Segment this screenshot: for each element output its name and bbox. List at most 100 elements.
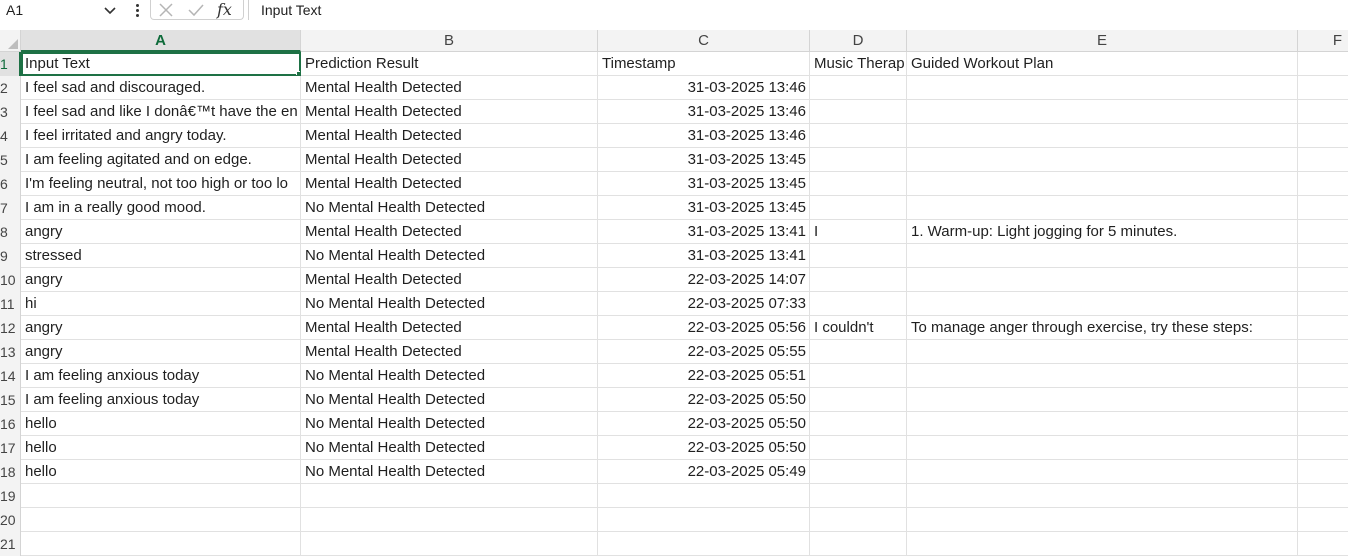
table-cell[interactable] [810, 412, 907, 436]
table-cell[interactable]: To manage anger through exercise, try th… [907, 316, 1298, 340]
table-cell[interactable] [907, 340, 1298, 364]
table-cell[interactable]: 31-03-2025 13:46 [598, 76, 810, 100]
table-cell[interactable] [598, 484, 810, 508]
table-cell[interactable] [810, 124, 907, 148]
table-cell[interactable]: hello [21, 460, 301, 484]
table-cell[interactable]: No Mental Health Detected [301, 460, 598, 484]
table-cell[interactable] [810, 508, 907, 532]
name-box[interactable]: A1 [0, 0, 124, 20]
table-cell[interactable] [21, 508, 301, 532]
table-cell[interactable] [907, 196, 1298, 220]
row-header[interactable]: 12 [0, 316, 21, 340]
table-cell[interactable] [810, 292, 907, 316]
row-header[interactable]: 3 [0, 100, 21, 124]
column-header-a[interactable]: A [21, 30, 301, 52]
name-box-value[interactable]: A1 [6, 2, 102, 18]
table-cell[interactable]: 31-03-2025 13:41 [598, 220, 810, 244]
table-cell[interactable] [907, 148, 1298, 172]
header-cell[interactable]: Prediction Result [301, 52, 598, 76]
table-cell[interactable] [598, 532, 810, 556]
table-cell[interactable] [810, 484, 907, 508]
table-cell[interactable]: Mental Health Detected [301, 124, 598, 148]
table-cell[interactable] [1298, 364, 1348, 388]
row-header[interactable]: 15 [0, 388, 21, 412]
table-cell[interactable]: 22-03-2025 05:51 [598, 364, 810, 388]
row-header[interactable]: 7 [0, 196, 21, 220]
table-cell[interactable] [1298, 436, 1348, 460]
header-cell[interactable]: Music Therap [810, 52, 907, 76]
insert-function-icon[interactable]: fx [217, 0, 232, 19]
row-header[interactable]: 20 [0, 508, 21, 532]
table-cell[interactable]: 31-03-2025 13:41 [598, 244, 810, 268]
table-cell[interactable]: No Mental Health Detected [301, 244, 598, 268]
table-cell[interactable] [21, 484, 301, 508]
table-cell[interactable]: 22-03-2025 05:50 [598, 436, 810, 460]
table-cell[interactable] [1298, 148, 1348, 172]
table-cell[interactable] [1298, 460, 1348, 484]
table-cell[interactable] [301, 484, 598, 508]
formula-input[interactable]: Input Text [248, 0, 1348, 20]
row-header[interactable]: 5 [0, 148, 21, 172]
table-cell[interactable]: No Mental Health Detected [301, 388, 598, 412]
header-cell[interactable]: Guided Workout Plan [907, 52, 1298, 76]
table-cell[interactable]: Mental Health Detected [301, 268, 598, 292]
table-cell[interactable] [301, 532, 598, 556]
row-header[interactable]: 8 [0, 220, 21, 244]
table-cell[interactable]: I'm feeling neutral, not too high or too… [21, 172, 301, 196]
row-header[interactable]: 4 [0, 124, 21, 148]
row-header[interactable]: 1 [0, 52, 21, 76]
active-cell[interactable]: Input Text [21, 52, 301, 76]
table-cell[interactable] [1298, 484, 1348, 508]
table-cell[interactable] [598, 508, 810, 532]
table-cell[interactable]: angry [21, 340, 301, 364]
table-cell[interactable] [1298, 172, 1348, 196]
table-cell[interactable]: Mental Health Detected [301, 220, 598, 244]
table-cell[interactable]: No Mental Health Detected [301, 196, 598, 220]
table-cell[interactable]: 22-03-2025 05:50 [598, 412, 810, 436]
table-cell[interactable]: angry [21, 220, 301, 244]
table-cell[interactable] [1298, 532, 1348, 556]
row-header[interactable]: 14 [0, 364, 21, 388]
table-cell[interactable] [810, 436, 907, 460]
table-cell[interactable]: No Mental Health Detected [301, 292, 598, 316]
table-cell[interactable]: 22-03-2025 05:55 [598, 340, 810, 364]
row-header[interactable]: 13 [0, 340, 21, 364]
table-cell[interactable] [907, 100, 1298, 124]
table-cell[interactable] [1298, 220, 1348, 244]
table-cell[interactable] [1298, 508, 1348, 532]
check-icon[interactable] [187, 1, 205, 19]
table-cell[interactable]: 31-03-2025 13:46 [598, 124, 810, 148]
table-cell[interactable] [907, 268, 1298, 292]
table-cell[interactable]: I feel irritated and angry today. [21, 124, 301, 148]
table-cell[interactable]: 31-03-2025 13:46 [598, 100, 810, 124]
table-cell[interactable]: 22-03-2025 05:49 [598, 460, 810, 484]
table-cell[interactable]: angry [21, 268, 301, 292]
table-cell[interactable] [1298, 292, 1348, 316]
table-cell[interactable]: 22-03-2025 14:07 [598, 268, 810, 292]
table-cell[interactable] [1298, 196, 1348, 220]
table-cell[interactable] [810, 340, 907, 364]
table-cell[interactable]: Mental Health Detected [301, 316, 598, 340]
table-cell[interactable] [810, 244, 907, 268]
table-cell[interactable]: 1. Warm-up: Light jogging for 5 minutes. [907, 220, 1298, 244]
table-cell[interactable]: I am in a really good mood. [21, 196, 301, 220]
table-cell[interactable]: 31-03-2025 13:45 [598, 148, 810, 172]
table-cell[interactable] [1298, 316, 1348, 340]
header-cell[interactable] [1298, 52, 1348, 76]
table-cell[interactable] [1298, 124, 1348, 148]
table-cell[interactable] [907, 76, 1298, 100]
table-cell[interactable] [907, 532, 1298, 556]
table-cell[interactable] [907, 244, 1298, 268]
row-header[interactable]: 11 [0, 292, 21, 316]
table-cell[interactable]: I am feeling anxious today [21, 364, 301, 388]
table-cell[interactable] [21, 532, 301, 556]
table-cell[interactable] [907, 364, 1298, 388]
table-cell[interactable]: No Mental Health Detected [301, 436, 598, 460]
table-cell[interactable] [907, 292, 1298, 316]
table-cell[interactable] [1298, 388, 1348, 412]
table-cell[interactable]: No Mental Health Detected [301, 364, 598, 388]
table-cell[interactable] [810, 196, 907, 220]
table-cell[interactable]: hi [21, 292, 301, 316]
table-cell[interactable] [907, 508, 1298, 532]
table-cell[interactable]: Mental Health Detected [301, 100, 598, 124]
